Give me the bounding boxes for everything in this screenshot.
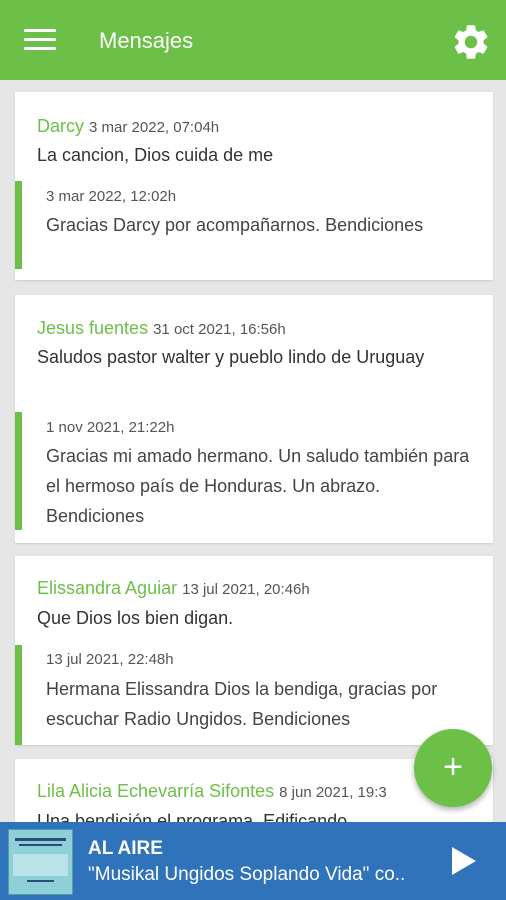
reply-date: 3 mar 2022, 12:02h xyxy=(46,188,177,205)
message-list[interactable]: Darcy 3 mar 2022, 07:04h La cancion, Dio… xyxy=(0,80,506,822)
message-text: Que Dios los bien digan. xyxy=(37,608,234,628)
message-author: Jesus fuentes xyxy=(37,318,149,338)
message-date: 3 mar 2022, 07:04h xyxy=(89,119,220,136)
reply-block: 3 mar 2022, 12:02h Gracias Darcy por aco… xyxy=(15,181,493,269)
reply-date: 13 jul 2021, 22:48h xyxy=(46,651,174,668)
reply-text: Hermana Elissandra Dios la bendiga, grac… xyxy=(46,679,438,729)
player-bar[interactable]: AL AIRE "Musikal Ungidos Soplando Vida" … xyxy=(0,822,506,900)
now-playing-title: "Musikal Ungidos Soplando Vida" co.. xyxy=(88,864,406,885)
message-date: 13 jul 2021, 20:46h xyxy=(182,581,310,598)
message-text: La cancion, Dios cuida de me xyxy=(37,145,274,165)
message-author: Elissandra Aguiar xyxy=(37,578,178,598)
album-cover-icon xyxy=(8,829,73,895)
plus-icon: + xyxy=(443,748,463,786)
page-title: Mensajes xyxy=(99,28,194,53)
message-date: 31 oct 2021, 16:56h xyxy=(153,321,286,338)
message-card: Jesus fuentes 31 oct 2021, 16:56h Saludo… xyxy=(15,295,493,543)
reply-text: Gracias Darcy por acompañarnos. Bendicio… xyxy=(46,215,424,235)
message-author: Darcy xyxy=(37,116,85,136)
player-status: AL AIRE xyxy=(88,838,163,859)
message-text: Una bendición el programa. Edificando xyxy=(37,811,348,822)
message-date: 8 jun 2021, 19:3 xyxy=(279,784,387,801)
message-card: Elissandra Aguiar 13 jul 2021, 20:46h Qu… xyxy=(15,556,493,745)
message-text: Saludos pastor walter y pueblo lindo de … xyxy=(37,347,425,367)
reply-accent-bar xyxy=(15,412,22,530)
message-card: Darcy 3 mar 2022, 07:04h La cancion, Dio… xyxy=(15,92,493,280)
add-message-button[interactable]: + xyxy=(414,729,492,807)
app-bar: Mensajes xyxy=(0,0,506,80)
reply-date: 1 nov 2021, 21:22h xyxy=(46,419,175,436)
reply-text: Gracias mi amado hermano. Un saludo tamb… xyxy=(46,446,470,526)
menu-icon[interactable] xyxy=(24,29,56,51)
reply-accent-bar xyxy=(15,645,22,745)
reply-block: 1 nov 2021, 21:22h Gracias mi amado herm… xyxy=(15,412,493,530)
message-author: Lila Alicia Echevarría Sifontes xyxy=(37,781,275,801)
reply-accent-bar xyxy=(15,181,22,269)
gear-icon[interactable] xyxy=(450,21,492,63)
play-icon[interactable] xyxy=(452,847,476,875)
